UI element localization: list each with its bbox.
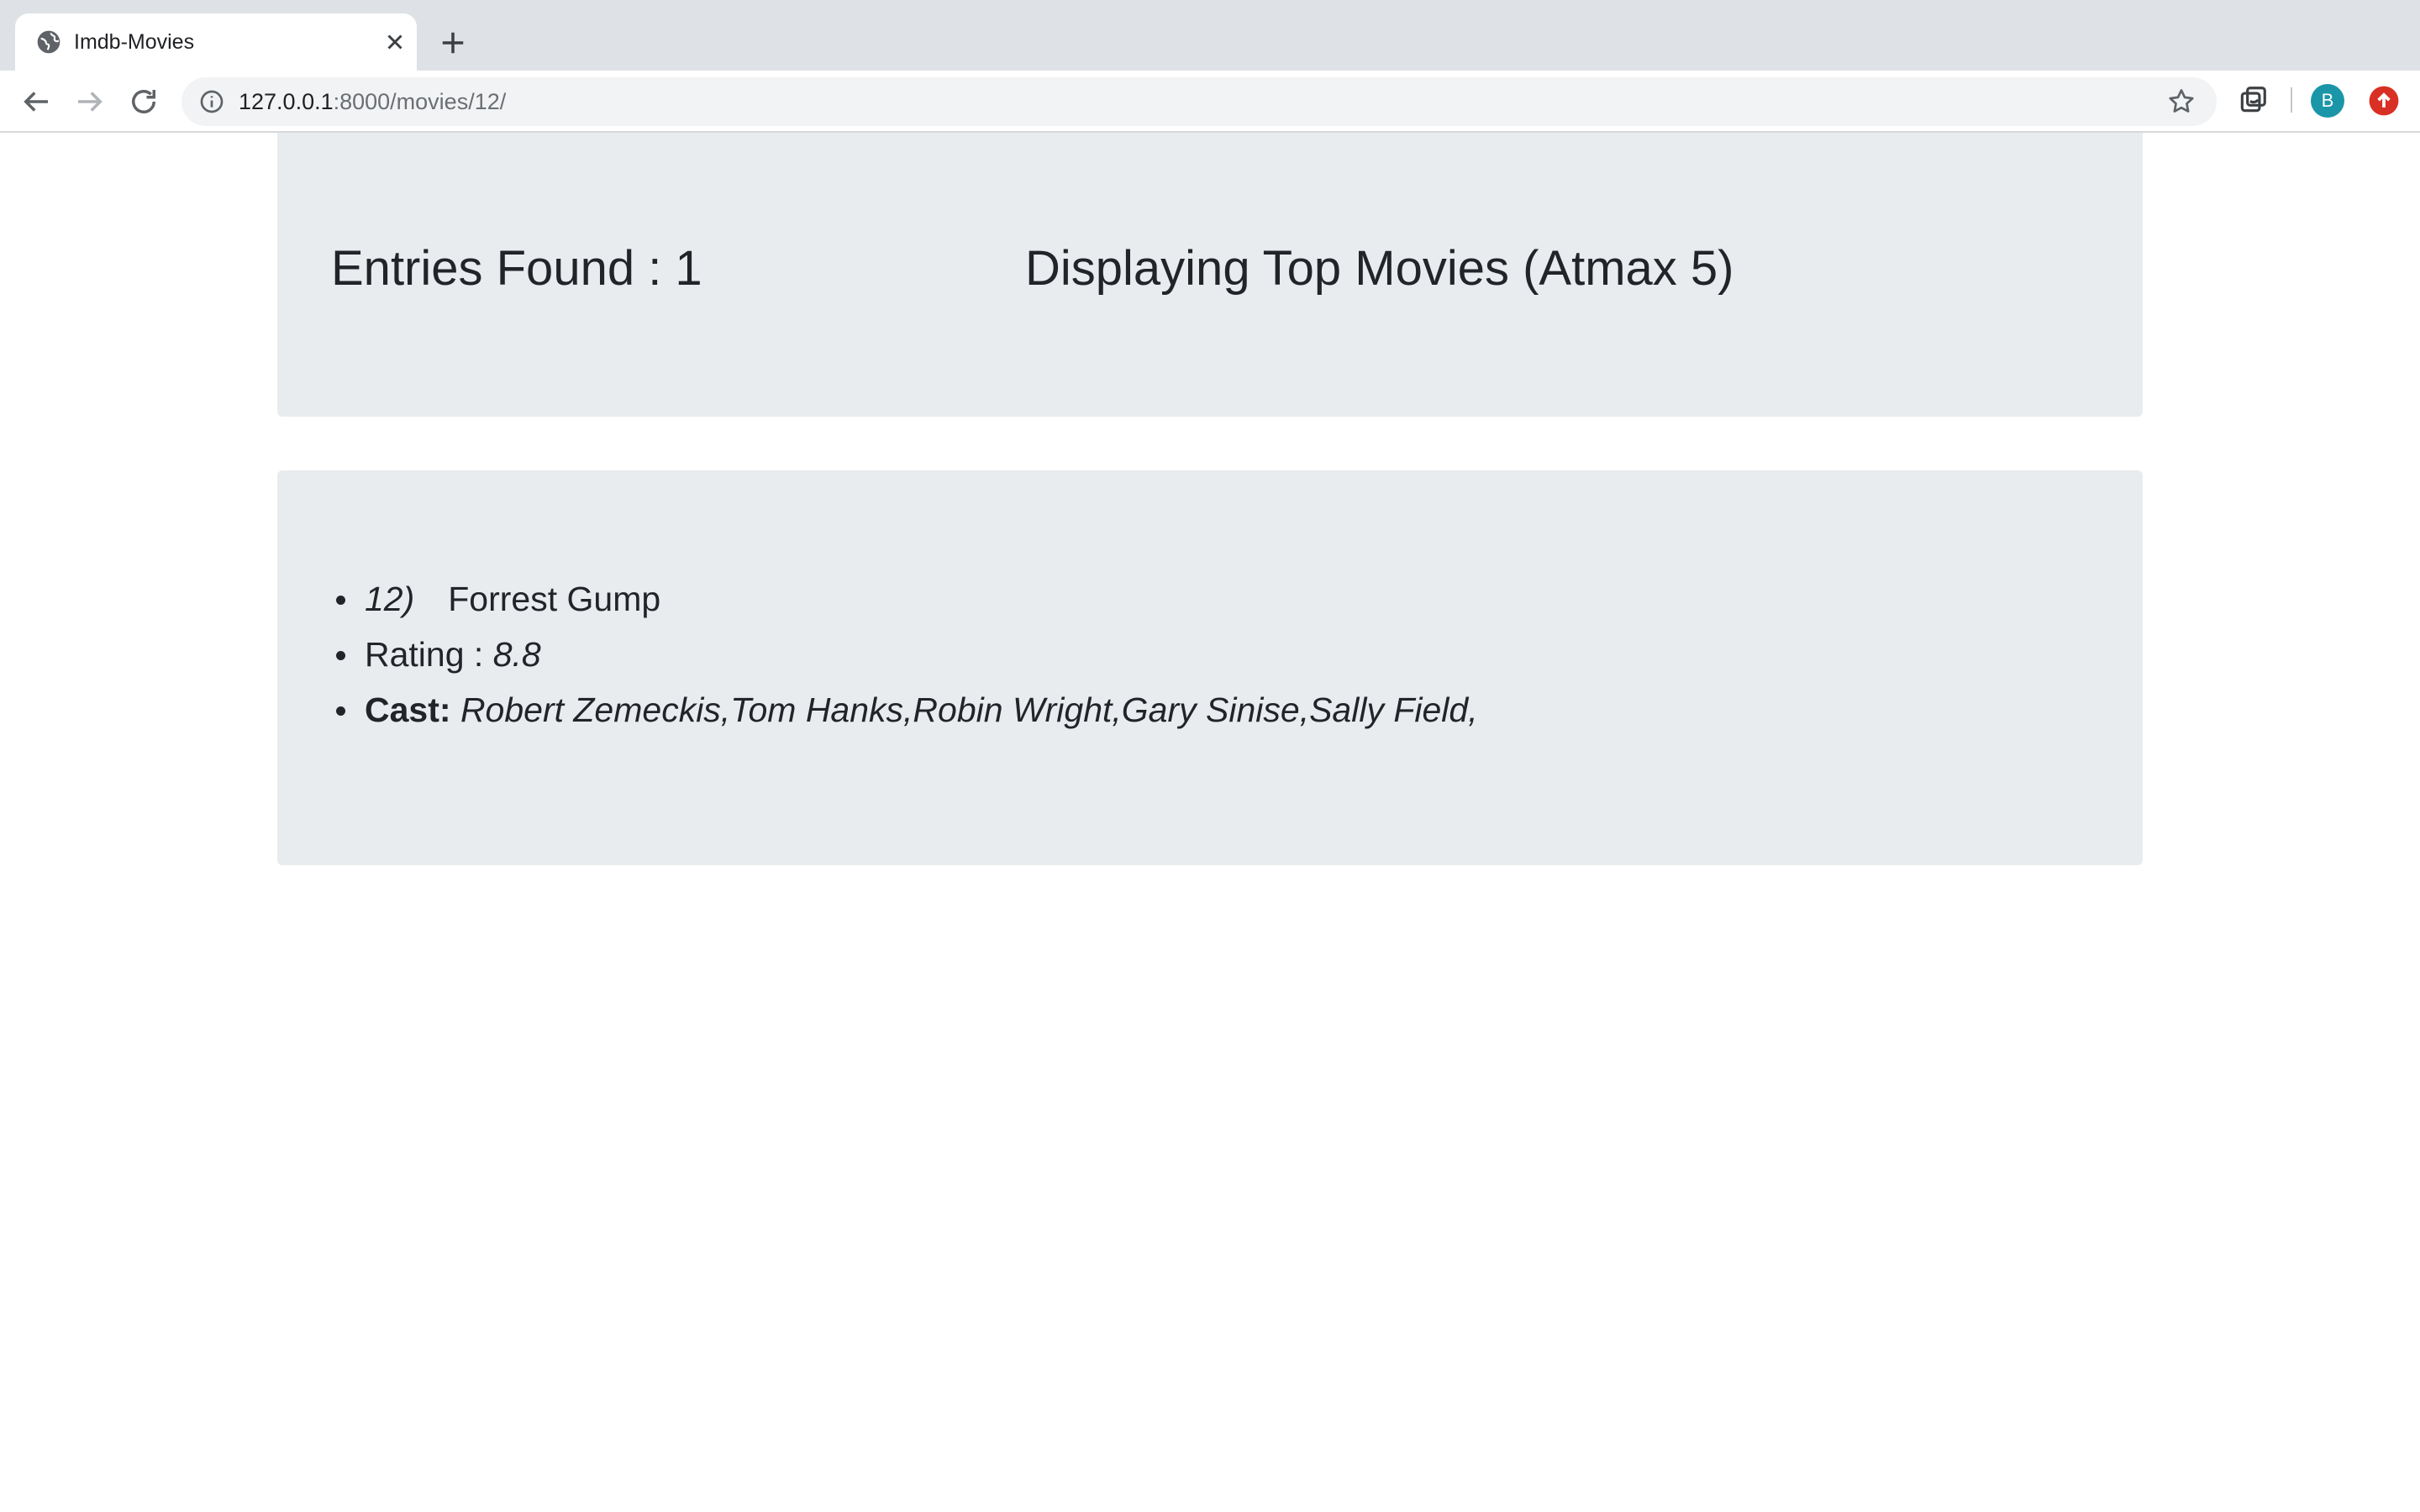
new-tab-icon[interactable] — [435, 25, 471, 60]
movie-jumbotron: 12) Forrest Gump Rating : 8.8 Cast: Rober… — [277, 470, 2143, 865]
movie-title: Forrest Gump — [448, 580, 661, 618]
tab-title: Imdb-Movies — [74, 30, 195, 54]
url-text[interactable]: 127.0.0.1:8000/movies/12/ — [239, 87, 506, 116]
bullet — [336, 651, 345, 660]
back-icon[interactable] — [18, 84, 54, 119]
browser-tabstrip: Imdb-Movies — [0, 0, 2420, 71]
list-item-cast: Cast: Robert Zemeckis,Tom Hanks,Robin Wr… — [336, 682, 1478, 738]
toolbar-separator — [2291, 87, 2292, 113]
globe-icon — [37, 30, 60, 54]
close-tab-icon[interactable] — [380, 27, 410, 57]
rating-label: Rating : — [365, 635, 484, 674]
displaying-heading: Displaying Top Movies (Atmax 5) — [1025, 241, 1734, 296]
address-bar[interactable]: 127.0.0.1:8000/movies/12/ — [182, 77, 2217, 126]
info-icon[interactable] — [198, 88, 225, 115]
movie-number: 12) — [365, 580, 415, 618]
bullet — [336, 596, 345, 605]
browser-toolbar: 127.0.0.1:8000/movies/12/ — [0, 71, 2420, 133]
url-path: :8000/movies/12/ — [333, 89, 507, 114]
list-item-rating: Rating : 8.8 — [336, 627, 1478, 682]
reload-icon[interactable] — [126, 84, 161, 119]
cast-value: Robert Zemeckis,Tom Hanks,Robin Wright,G… — [460, 690, 1478, 729]
url-host: 127.0.0.1 — [239, 89, 334, 114]
extension-icon[interactable] — [2237, 84, 2269, 116]
summary-jumbotron: Entries Found : 1 Displaying Top Movies … — [277, 133, 2143, 417]
browser-tab[interactable]: Imdb-Movies — [15, 13, 417, 71]
bookmark-star-icon[interactable] — [2166, 87, 2196, 117]
list-item-title: 12) Forrest Gump — [336, 571, 1478, 627]
movie-details-list: 12) Forrest Gump Rating : 8.8 Cast: Rober… — [336, 571, 1478, 738]
rating-value: 8.8 — [492, 635, 541, 674]
bullet — [336, 706, 345, 716]
profile-avatar[interactable]: B — [2311, 84, 2344, 118]
cast-label: Cast: — [365, 690, 451, 729]
forward-icon[interactable] — [72, 84, 108, 119]
entries-found-heading: Entries Found : 1 — [331, 241, 702, 296]
update-icon[interactable] — [2368, 85, 2400, 117]
